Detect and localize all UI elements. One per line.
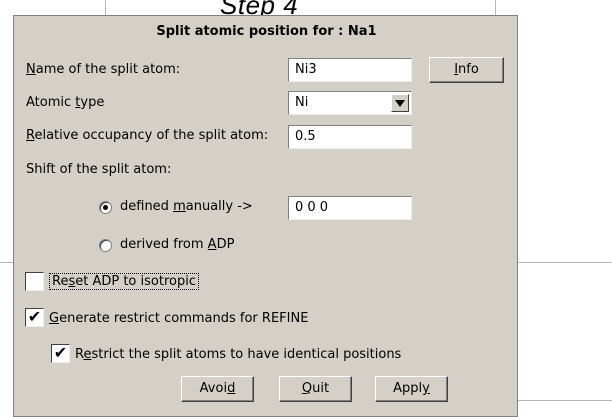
- generate-restrict-checkbox[interactable]: ✔: [25, 308, 44, 327]
- dialog-title: Split atomic position for : Na1: [156, 24, 377, 39]
- background-divider: [0, 262, 13, 263]
- split-atom-name-field[interactable]: Ni3: [288, 58, 412, 82]
- occupancy-label-text: elative occupancy of the split atom:: [34, 128, 269, 143]
- adp-label-a: derived from: [120, 237, 208, 252]
- background-divider: [518, 262, 612, 263]
- quit-button[interactable]: Quit: [279, 376, 352, 402]
- adp-label-mnemonic: A: [207, 237, 217, 252]
- name-label: Name of the split atom:: [26, 62, 180, 78]
- info-button-text: nfo: [458, 62, 479, 77]
- restrict-identical-label[interactable]: Restrict the split atoms to have identic…: [75, 347, 401, 363]
- reset-adp-label-b: et ADP to isotropic: [75, 274, 196, 289]
- radio-defined-manually[interactable]: [99, 201, 112, 214]
- info-button[interactable]: Info: [429, 57, 504, 83]
- reset-adp-label[interactable]: Reset ADP to isotropic: [49, 273, 199, 290]
- avoid-label-mnemonic: d: [227, 381, 236, 396]
- apply-label-mnemonic: y: [422, 381, 430, 396]
- manual-shift-field[interactable]: 0 0 0: [288, 196, 412, 220]
- atomic-type-select[interactable]: Ni: [288, 91, 412, 115]
- name-label-text: ame of the split atom:: [35, 62, 181, 77]
- generate-label-mnemonic: G: [49, 311, 60, 326]
- restrict-identical-checkbox[interactable]: ✔: [51, 344, 70, 363]
- name-label-mnemonic: N: [26, 62, 36, 77]
- radio-derived-from-adp-label[interactable]: derived from ADP: [120, 237, 234, 253]
- atomic-type-label-b: ype: [80, 95, 105, 110]
- generate-restrict-label[interactable]: Generate restrict commands for REFINE: [49, 311, 308, 327]
- apply-button[interactable]: Apply: [375, 376, 448, 402]
- radio-defined-manually-label[interactable]: defined manually ->: [120, 199, 253, 215]
- atomic-type-label-a: Atomic: [26, 95, 76, 110]
- quit-label-mnemonic: Q: [301, 381, 313, 396]
- avoid-button[interactable]: Avoid: [181, 376, 254, 402]
- atomic-type-value: Ni: [295, 95, 309, 110]
- split-atom-dialog: Split atomic position for : Na1 Name of …: [13, 15, 518, 417]
- chevron-down-icon[interactable]: [391, 94, 409, 112]
- quit-label-text: uit: [312, 381, 330, 396]
- restrict-label-b: strict the split atoms to have identical…: [91, 347, 402, 362]
- reset-adp-checkbox[interactable]: [25, 272, 44, 291]
- avoid-label-a: Avoi: [199, 381, 228, 396]
- generate-label-text: enerate restrict commands for REFINE: [59, 311, 309, 326]
- atomic-type-label: Atomic type: [26, 95, 104, 111]
- occupancy-field[interactable]: 0.5: [288, 125, 412, 149]
- manual-label-a: defined: [120, 199, 174, 214]
- background-divider: [105, 0, 106, 15]
- manual-label-b: anually ->: [185, 199, 253, 214]
- adp-label-b: DP: [216, 237, 235, 252]
- manual-label-mnemonic: m: [173, 199, 186, 214]
- radio-derived-from-adp[interactable]: [99, 239, 112, 252]
- shift-label: Shift of the split atom:: [26, 162, 172, 177]
- reset-adp-focus: Reset ADP to isotropic: [49, 273, 199, 290]
- occupancy-label: Relative occupancy of the split atom:: [26, 128, 268, 144]
- background-divider: [518, 400, 612, 401]
- background-divider: [495, 0, 496, 15]
- reset-adp-label-a: Re: [52, 274, 69, 289]
- apply-label-a: Appl: [393, 381, 423, 396]
